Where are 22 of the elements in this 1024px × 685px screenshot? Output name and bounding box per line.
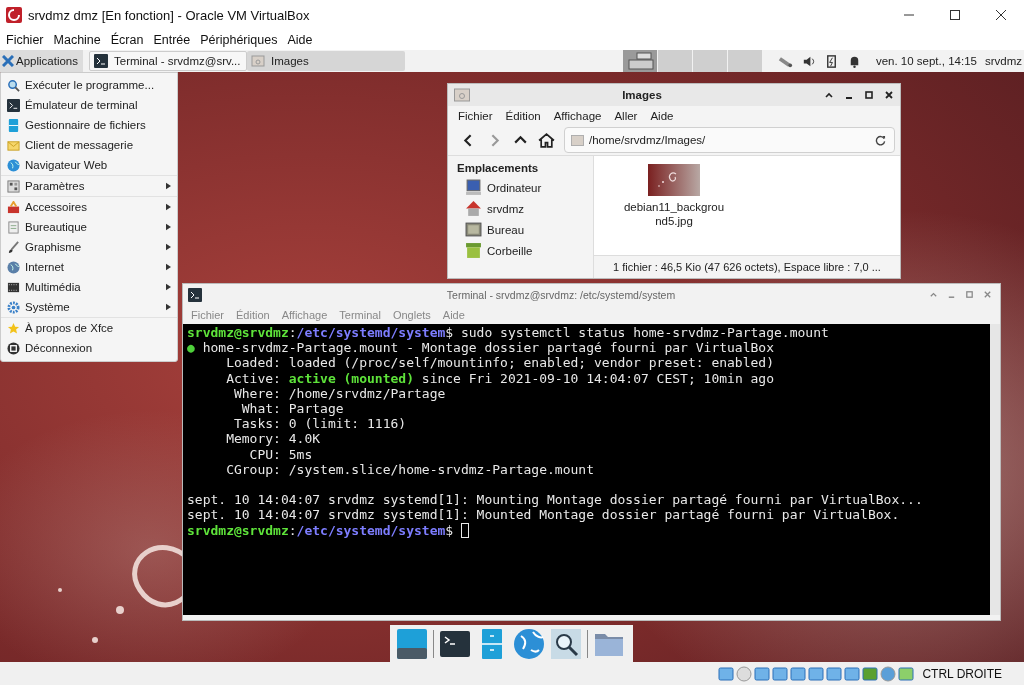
disk-status-icon[interactable] (718, 665, 735, 682)
down-status-icon[interactable] (898, 665, 915, 682)
host-key-label: CTRL DROITE (922, 666, 1002, 681)
net-status-icon[interactable] (772, 665, 789, 682)
menu-item[interactable]: Périphériques (200, 33, 278, 47)
app-icon (6, 7, 22, 23)
usb-status-icon[interactable] (790, 665, 807, 682)
menu-item[interactable]: Écran (110, 33, 144, 47)
menu-item[interactable]: Fichier (6, 33, 44, 47)
menu-item[interactable]: Aide (287, 33, 313, 47)
display-status-icon[interactable] (826, 665, 843, 682)
window-title: srvdmz dmz [En fonction] - Oracle VM VirtualBox (28, 7, 310, 23)
audio-status-icon[interactable] (754, 665, 771, 682)
disc-status-icon[interactable] (736, 665, 753, 682)
maximize-icon[interactable] (949, 9, 961, 21)
record-status-icon[interactable] (862, 665, 879, 682)
menu-item[interactable]: Entrée (153, 33, 191, 47)
globe-status-icon[interactable] (880, 665, 897, 682)
menu-item[interactable]: Machine (53, 33, 101, 47)
close-icon[interactable] (995, 9, 1007, 21)
screens-status-icon[interactable] (844, 665, 861, 682)
folder-status-icon[interactable] (808, 665, 825, 682)
